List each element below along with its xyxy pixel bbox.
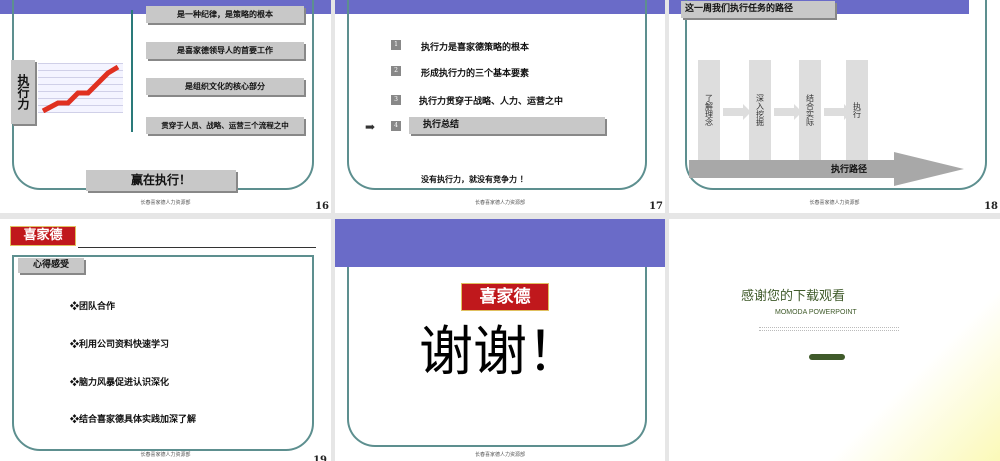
step: 了解理念 (698, 60, 720, 160)
step: 结合实际 (799, 60, 821, 160)
arrow-icon (723, 104, 751, 120)
note: 没有执行力，就没有竞争力 ！ (421, 174, 528, 184)
brace (131, 10, 133, 132)
side-label: 执行力 (11, 60, 35, 124)
point-box: 是一种纪律，是策略的根本 (146, 6, 304, 23)
stairs-illustration (38, 63, 123, 114)
footer: 长春喜家德人力资源部 (809, 200, 860, 206)
item-highlight: 执行总结 (409, 117, 605, 134)
page-number: 16 (315, 201, 329, 212)
slide-18[interactable]: 这一周我们执行任务的路径 了解理念 深入挖掘 结合实际 执行 执行路径 长春喜家… (669, 0, 1000, 213)
footer: 长春喜家德人力资源部 (474, 452, 525, 458)
slide-title: 这一周我们执行任务的路径 (681, 1, 835, 18)
list-item: ❖利用公司资料快速学习 (70, 340, 170, 350)
bottom-box: 赢在执行！ (86, 170, 236, 191)
fine-print (759, 327, 899, 331)
point-box: 是喜家德领导人的首要工作 (146, 42, 304, 59)
slide-title: 心得感受 (18, 258, 84, 273)
slide-end[interactable]: 感谢您的下载观看 MOMODA POWERPOINT (669, 219, 1000, 461)
list-item: ❖脑力风暴促进认识深化 (70, 378, 170, 388)
footer: 长春喜家德人力资源部 (140, 200, 191, 206)
item-number: 4 (391, 121, 401, 131)
item-number: 1 (391, 40, 401, 50)
slide-19[interactable]: 喜家德 心得感受 ❖团队合作 ❖利用公司资料快速学习 ❖脑力风暴促进认识深化 ❖… (0, 219, 331, 461)
item-number: 3 (391, 95, 401, 105)
arrow-icon (824, 104, 852, 120)
end-button[interactable] (809, 354, 845, 360)
path-label: 执行路径 (831, 165, 868, 175)
item-number: 2 (391, 66, 401, 76)
footer: 长春喜家德人力资源部 (140, 452, 191, 458)
footer: 长春喜家德人力资源部 (474, 200, 525, 206)
item-text: 执行力是喜家德策略的根本 (421, 43, 530, 53)
end-title: 感谢您的下载观看 (741, 289, 846, 304)
header-bar (335, 219, 665, 267)
list-item: ❖团队合作 (70, 302, 116, 312)
divider (78, 247, 316, 248)
list-item: ❖结合喜家德具体实践加深了解 (70, 415, 197, 425)
page-number: 19 (313, 455, 327, 461)
step: 执行 (846, 60, 868, 160)
arrow-right-icon: ➡ (365, 120, 376, 134)
slide-16[interactable]: 执行力 是一种纪律，是策略的根本 是喜家德领导人的首要工作 是组织文化的核心部分… (0, 0, 331, 213)
item-text: 执行力贯穿于战略、人力、运营之中 (419, 97, 564, 107)
page-number: 17 (649, 201, 663, 212)
logo: 喜家德 (10, 226, 76, 246)
thanks-text: 谢谢！ (419, 320, 581, 383)
point-box: 是组织文化的核心部分 (146, 78, 304, 95)
end-subtitle: MOMODA POWERPOINT (775, 309, 857, 316)
step: 深入挖掘 (749, 60, 771, 160)
path-arrow (689, 152, 964, 186)
arrow-icon (774, 104, 802, 120)
point-box: 贯穿于人员、战略、运营三个流程之中 (146, 117, 304, 134)
page-number: 18 (984, 201, 998, 212)
slide-17[interactable]: 1 执行力是喜家德策略的根本 2 形成执行力的三个基本要素 3 执行力贯穿于战略… (335, 0, 665, 213)
slide-thanks[interactable]: 喜家德 谢谢！ 长春喜家德人力资源部 (335, 219, 665, 461)
item-text: 形成执行力的三个基本要素 (421, 69, 530, 79)
